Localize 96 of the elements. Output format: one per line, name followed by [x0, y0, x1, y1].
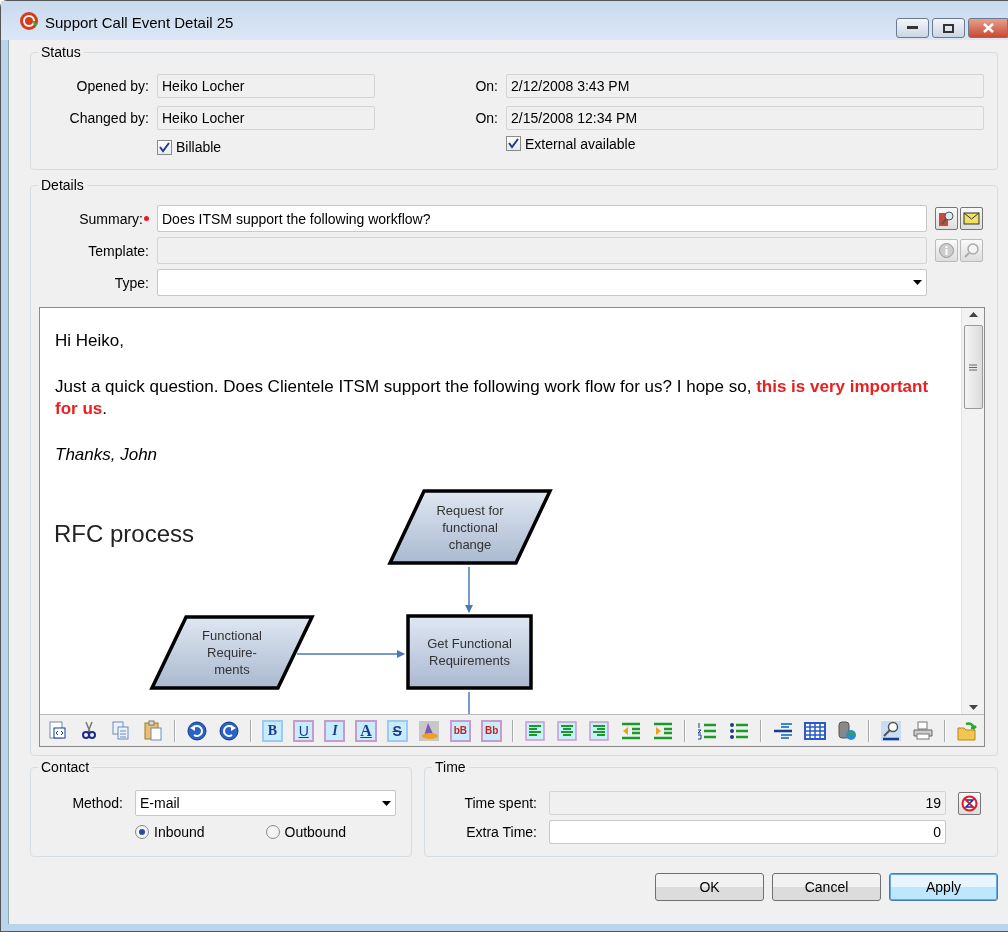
checkbox-label: External available [525, 135, 636, 152]
open-folder-button[interactable] [956, 719, 978, 742]
bold-button[interactable]: B [261, 719, 284, 742]
printer-icon [912, 719, 935, 742]
node-label: Request for functional change [436, 501, 504, 553]
scrollbar-thumb[interactable] [963, 325, 983, 409]
find-replace-icon [880, 719, 903, 742]
field-label: On: [474, 110, 498, 126]
vertical-scrollbar[interactable] [961, 308, 984, 714]
field-label: Opened by: [75, 78, 149, 94]
font-color-icon [417, 719, 440, 742]
arrow [465, 566, 473, 613]
maximize-icon [943, 23, 954, 33]
rich-text-editor[interactable] [39, 307, 985, 747]
align-left-button[interactable] [524, 719, 547, 742]
field-label: Method: [71, 795, 123, 811]
undo-icon [185, 719, 208, 742]
info-icon [938, 242, 955, 259]
font-button[interactable]: A [355, 719, 377, 742]
email-button[interactable] [960, 207, 983, 230]
align-right-icon [588, 719, 611, 742]
app-logo-icon [19, 10, 39, 31]
printer-button[interactable] [912, 719, 935, 742]
node-label: Get Functional Requirements [427, 635, 512, 669]
close-icon [982, 23, 994, 33]
align-center-button[interactable] [556, 719, 579, 742]
field-label: Summary: [79, 210, 143, 227]
radio-button[interactable] [135, 825, 149, 839]
diagram-title: RFC process [54, 520, 195, 548]
redo-button[interactable] [217, 719, 240, 742]
copy-icon [110, 719, 132, 742]
radio-label: Inbound [154, 824, 205, 840]
database-globe-icon [836, 719, 859, 742]
text-field[interactable]: 0 [549, 820, 946, 844]
paragraph: Just a quick question. Does Clientele ITSM support the following work flow for us? I hope so, this is very important for us. [55, 376, 930, 420]
search-icon [963, 242, 980, 259]
case-button[interactable]: bB [449, 719, 472, 742]
lookup-button[interactable] [935, 207, 958, 230]
scroll-down-icon [968, 705, 978, 710]
align-right-button[interactable] [588, 719, 611, 742]
group-title: Details [38, 177, 87, 193]
italic-button[interactable]: I [324, 719, 346, 742]
radio-button[interactable] [265, 825, 280, 839]
font-color-button[interactable] [417, 719, 440, 742]
checkbox-label: Billable [176, 139, 222, 155]
checkbox[interactable] [157, 139, 172, 155]
group-title: Contact [38, 759, 93, 775]
find-replace-button[interactable] [880, 719, 903, 742]
source-icon [46, 719, 68, 742]
text-field[interactable]: Does ITSM support the following workflow? [157, 205, 927, 232]
dropdown-arrow-icon [382, 800, 391, 806]
align-center-icon [556, 719, 579, 742]
strike-button[interactable]: S [386, 719, 408, 742]
method-dropdown[interactable]: E-mail [135, 790, 396, 816]
source-button[interactable] [46, 719, 68, 742]
field-label: Template: [87, 242, 149, 259]
checkbox[interactable] [506, 136, 521, 151]
no-entry-icon [961, 794, 978, 812]
close-button[interactable] [968, 18, 1008, 38]
connector-line [468, 691, 470, 714]
field-label: Time spent: [463, 795, 537, 811]
field-label: Type: [113, 274, 149, 291]
dropdown-value: E-mail [140, 795, 180, 811]
window-title: Support Call Event Detail 25 [45, 13, 235, 31]
field-label: On: [474, 78, 498, 94]
group-title: Time [432, 759, 469, 775]
align-left-icon [524, 719, 547, 742]
paste-button[interactable] [142, 719, 164, 742]
grip-icon [969, 363, 977, 371]
database-globe-button[interactable] [836, 719, 859, 742]
minimize-icon [907, 26, 918, 30]
maximize-button[interactable] [932, 18, 965, 38]
group-title: Status [38, 44, 84, 60]
paragraph: Hi Heiko, [55, 330, 125, 352]
envelope-icon [963, 212, 980, 225]
node-label: Functional Require- ments [202, 627, 262, 678]
reset-button[interactable] [958, 791, 981, 815]
field-label: Changed by: [68, 110, 149, 126]
undo-button[interactable] [185, 719, 208, 742]
minimize-button[interactable] [896, 18, 929, 38]
radio-label: Outbound [284, 824, 346, 840]
dropdown-arrow-icon [913, 280, 922, 285]
underline-button[interactable]: U [293, 719, 315, 742]
table-icon [804, 719, 827, 742]
magnifier-page-icon [938, 210, 955, 227]
table-button[interactable] [804, 719, 827, 742]
case-button[interactable]: Bb [481, 719, 503, 742]
dialog-button[interactable]: Apply [889, 873, 998, 901]
paragraph: Thanks, John [55, 444, 159, 466]
paste-icon [142, 719, 164, 742]
field-label: Extra Time: [465, 824, 537, 840]
redo-icon [217, 719, 240, 742]
scroll-up-icon [968, 312, 978, 317]
dialog-button[interactable]: OK [655, 873, 764, 901]
dialog-button[interactable]: Cancel [772, 873, 881, 901]
open-folder-icon [956, 719, 978, 742]
